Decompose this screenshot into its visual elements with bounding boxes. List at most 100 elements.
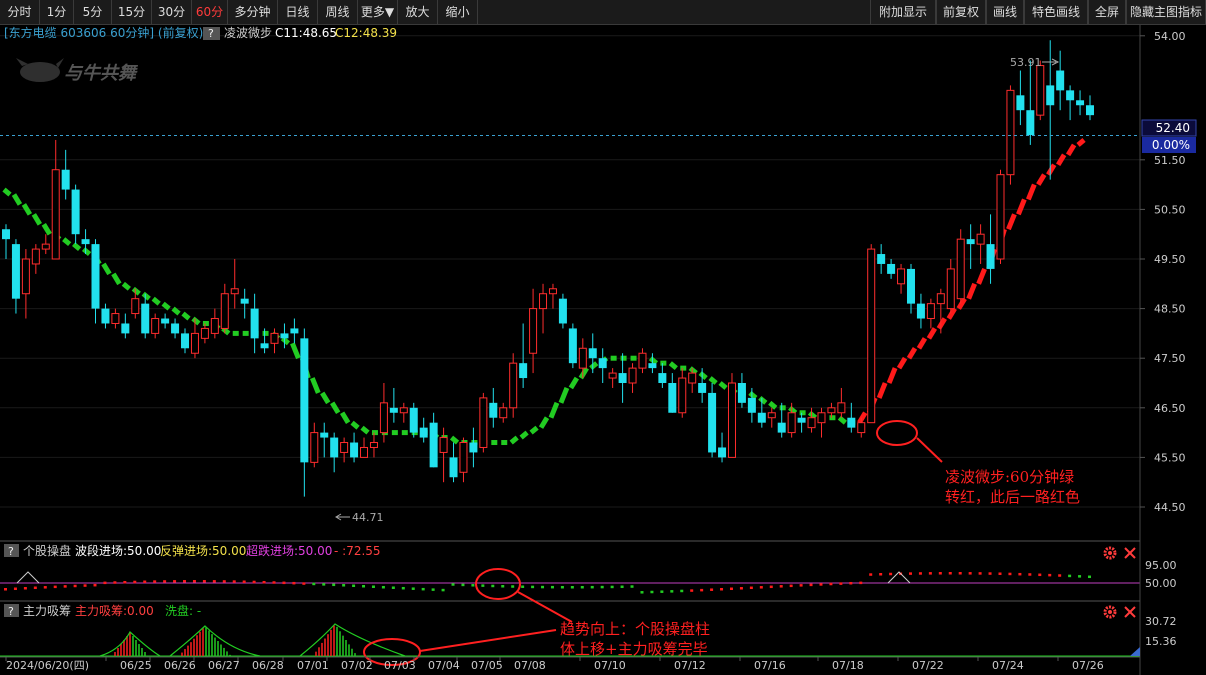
toolbar-button[interactable]: 隐藏主图指标 — [1126, 0, 1206, 24]
panel2-bar — [511, 585, 515, 588]
panel2-bar — [988, 572, 992, 575]
candle — [727, 373, 736, 458]
panel2-bar — [789, 584, 793, 588]
date-label: 07/03 — [384, 659, 416, 672]
panel2-bar — [849, 581, 853, 585]
price-axis-tick: 46.50 — [1154, 402, 1186, 415]
candle — [558, 293, 567, 329]
panel2-bar — [282, 581, 286, 585]
date-label: 07/18 — [832, 659, 864, 672]
panel2-bar — [600, 585, 604, 589]
toolbar-button[interactable]: 日线 — [278, 0, 318, 24]
panel2-bar — [759, 586, 763, 589]
date-label: 07/10 — [594, 659, 626, 672]
panel2-bar — [690, 589, 694, 592]
stock-title: [东方电缆 603606 60分钟] (前复权) — [4, 25, 203, 40]
price-axis-tick: 44.50 — [1154, 501, 1186, 514]
panel2-bar — [660, 590, 664, 593]
panel2-bar — [620, 585, 624, 589]
panel2-bar — [53, 585, 57, 589]
panel2-bar — [441, 588, 445, 592]
toolbar-button[interactable]: 分时 — [0, 0, 40, 24]
toolbar-button[interactable]: 画线 — [986, 0, 1024, 24]
indicator-c2: C12:48.39 — [335, 26, 397, 40]
panel2-bar — [869, 573, 873, 576]
panel2-bar — [352, 584, 356, 588]
panel2-t4: - :72.55 — [334, 544, 381, 558]
panel2-bar — [312, 582, 316, 586]
toolbar-button[interactable]: 特色画线 — [1024, 0, 1088, 24]
candle — [1036, 60, 1045, 121]
panel2-bar — [173, 580, 177, 583]
price-axis-tick: 45.50 — [1154, 451, 1186, 464]
annotation-text-2a: 趋势向上：个股操盘柱 — [560, 620, 710, 638]
date-label: 07/26 — [1072, 659, 1104, 672]
toolbar-button[interactable]: 15分 — [112, 0, 152, 24]
panel2-bar — [322, 583, 326, 586]
indicator-name: 凌波微步 — [224, 26, 272, 40]
panel2-bar — [590, 585, 594, 589]
panel2-bar — [401, 586, 405, 590]
panel2-bar — [1018, 572, 1022, 576]
toolbar-button[interactable]: 附加显示 — [870, 0, 936, 24]
panel3-name: 主力吸筹 — [23, 604, 71, 618]
panel2-bar — [192, 580, 196, 583]
toolbar-button[interactable]: 放大 — [398, 0, 438, 24]
candle — [867, 244, 876, 424]
panel2-bar — [908, 572, 912, 575]
panel2-bar — [1058, 574, 1062, 577]
panel2-bar — [371, 585, 375, 588]
toolbar-button[interactable]: 5分 — [74, 0, 112, 24]
panel2-bar — [292, 581, 296, 585]
price-axis-tick: 47.50 — [1154, 352, 1186, 365]
panel2-bar — [63, 585, 67, 588]
candle — [956, 229, 965, 304]
panel2-bar — [938, 572, 942, 575]
watermark: 与牛共舞 — [64, 63, 139, 84]
panel2-bar — [391, 586, 395, 589]
panel2-bar — [799, 584, 803, 587]
panel2-bar — [93, 583, 97, 587]
toolbar-button[interactable]: 全屏 — [1088, 0, 1126, 24]
panel2-bar — [4, 588, 7, 591]
panel2-bar — [570, 585, 574, 589]
date-label: 07/04 — [428, 659, 460, 672]
panel2-bar — [779, 585, 783, 588]
panel2-bar — [362, 584, 366, 588]
panel2-bar — [550, 585, 554, 589]
panel2-bar — [968, 572, 972, 575]
annotation-text-1b: 转红，此后一路红色 — [945, 488, 1080, 506]
panel2-bar — [640, 591, 644, 594]
panel2-bar — [859, 581, 863, 585]
toolbar-button[interactable]: 前复权 — [936, 0, 986, 24]
panel2-bar — [491, 584, 495, 588]
toolbar-button[interactable]: 60分 — [192, 0, 228, 24]
annotation-text-2b: 体上移+主力吸筹完毕 — [560, 640, 708, 658]
panel2-bar — [23, 587, 27, 590]
panel2-bar — [262, 580, 266, 584]
panel2-bar — [729, 587, 733, 591]
low-label: 44.71 — [352, 511, 384, 524]
panel2-tick-2: 50.00 — [1145, 577, 1177, 590]
panel2-t1: 波段进场:50.00 — [75, 543, 161, 558]
panel2-bar — [670, 590, 674, 593]
panel2-bar — [123, 580, 127, 584]
toolbar-button[interactable]: 1分 — [40, 0, 74, 24]
panel2-bar — [471, 584, 475, 587]
toolbar-button[interactable]: 缩小 — [438, 0, 478, 24]
toolbar-button[interactable]: 多分钟 — [228, 0, 278, 24]
toolbar-button[interactable]: 更多▼ — [358, 0, 398, 24]
high-label: 53.91 — [1010, 56, 1042, 69]
panel2-bar — [958, 572, 962, 575]
panel2-bar — [33, 586, 37, 590]
toolbar-button[interactable]: 30分 — [152, 0, 192, 24]
last-price-value: 52.40 — [1156, 121, 1190, 135]
toolbar: 分时 1分 5分 15分 30分 60分 多分钟 日线 周线 更多▼ 放大 缩小 附加显示 前复权 画线 特色… — [0, 0, 1206, 25]
panel2-bar — [83, 584, 87, 587]
toolbar-button[interactable]: 周线 — [318, 0, 358, 24]
date-label: 06/26 — [164, 659, 196, 672]
date-label: 06/25 — [120, 659, 152, 672]
panel2-t3: 超跌进场:50.00 — [246, 543, 332, 558]
panel2-bar — [153, 580, 157, 583]
price-axis-tick: 49.50 — [1154, 253, 1186, 266]
